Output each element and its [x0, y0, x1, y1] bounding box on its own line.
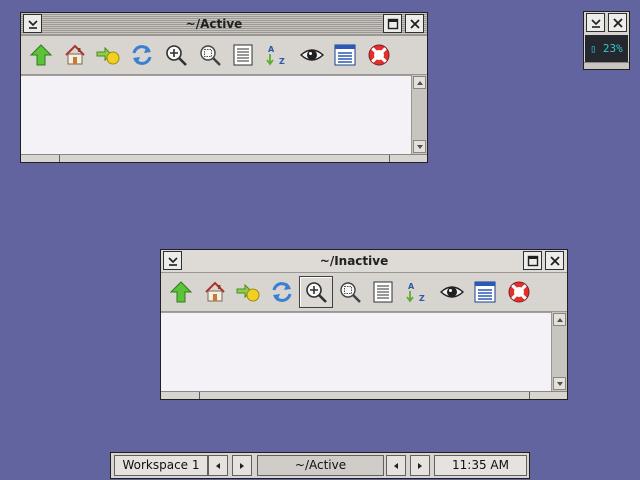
window-title: ~/Active: [185, 17, 243, 31]
zoom-in-icon: [164, 43, 188, 67]
vertical-scrollbar[interactable]: [411, 75, 427, 154]
battery-percent: 23%: [602, 42, 623, 55]
vertical-scrollbar[interactable]: [551, 312, 567, 391]
maximize-button[interactable]: [383, 14, 402, 33]
help-button[interactable]: [503, 276, 535, 308]
zoom-out-button[interactable]: [334, 276, 366, 308]
arrow-left-icon: [214, 462, 222, 470]
inactive-window[interactable]: ~/Inactive: [160, 249, 568, 400]
go-to-icon: [96, 43, 120, 67]
scroll-down-icon: [416, 143, 424, 151]
resize-grip-right: [529, 392, 530, 399]
go-to-button[interactable]: [92, 39, 124, 71]
details-view-button[interactable]: [227, 39, 259, 71]
battery-meter: ▯ 23%: [585, 35, 628, 63]
home-button[interactable]: [59, 39, 91, 71]
arrow-right-icon: [238, 462, 246, 470]
home-icon: [63, 43, 87, 67]
file-view[interactable]: [161, 312, 551, 391]
active-window[interactable]: ~/Active: [20, 12, 428, 163]
go-to-icon: [236, 280, 260, 304]
scroll-down-button[interactable]: [553, 377, 566, 390]
reload-icon: [270, 280, 294, 304]
scroll-down-icon: [556, 380, 564, 388]
scroll-up-button[interactable]: [553, 313, 566, 326]
zoom-in-button[interactable]: [299, 276, 333, 308]
up-button[interactable]: [25, 39, 57, 71]
resize-grip-right: [389, 155, 390, 162]
scroll-up-icon: [556, 316, 564, 324]
maximize-button[interactable]: [523, 251, 542, 270]
close-icon: [549, 255, 561, 267]
workspace-name[interactable]: Workspace 1: [114, 455, 208, 476]
close-icon: [612, 17, 624, 29]
inactive-window-titlebar[interactable]: ~/Inactive: [161, 250, 567, 273]
reload-icon: [130, 43, 154, 67]
show-hidden-button[interactable]: [296, 39, 328, 71]
details-view-icon: [231, 43, 255, 67]
zoom-in-button[interactable]: [160, 39, 192, 71]
sort-button[interactable]: [261, 39, 293, 71]
list-view-icon: [333, 43, 357, 67]
resize-handle-bar[interactable]: [161, 391, 567, 399]
scroll-up-icon: [416, 79, 424, 87]
resize-handle-bar[interactable]: [584, 62, 629, 69]
help-icon: [367, 43, 391, 67]
active-window-titlebar[interactable]: ~/Active: [21, 13, 427, 36]
toolbar: [161, 273, 567, 312]
go-to-button[interactable]: [232, 276, 264, 308]
eye-icon: [300, 43, 324, 67]
chevron-down-icon: [590, 17, 602, 29]
home-icon: [203, 280, 227, 304]
close-button[interactable]: [545, 251, 564, 270]
details-view-button[interactable]: [367, 276, 399, 308]
close-button[interactable]: [608, 13, 627, 32]
file-view[interactable]: [21, 75, 411, 154]
close-button[interactable]: [405, 14, 424, 33]
list-view-icon: [473, 280, 497, 304]
resize-handle-bar[interactable]: [21, 154, 427, 162]
prev-workspace-button[interactable]: [208, 455, 228, 476]
zoom-out-icon: [338, 280, 362, 304]
eye-icon: [440, 280, 464, 304]
list-view-button[interactable]: [469, 276, 501, 308]
help-icon: [507, 280, 531, 304]
battery-icon: ▯: [590, 44, 597, 55]
window-title: ~/Inactive: [319, 254, 389, 268]
sort-icon: [265, 43, 289, 67]
arrow-left-icon: [392, 462, 400, 470]
toolbar: [21, 36, 427, 75]
scroll-up-button[interactable]: [413, 76, 426, 89]
maximize-icon: [387, 18, 399, 30]
window-menu-button[interactable]: [586, 13, 605, 32]
zoom-out-button[interactable]: [194, 39, 226, 71]
maximize-icon: [527, 255, 539, 267]
reload-button[interactable]: [266, 276, 298, 308]
zoom-in-icon: [304, 280, 328, 304]
show-hidden-button[interactable]: [436, 276, 468, 308]
list-view-button[interactable]: [329, 39, 361, 71]
help-button[interactable]: [363, 39, 395, 71]
task-button[interactable]: ~/Active: [257, 455, 384, 476]
reload-button[interactable]: [126, 39, 158, 71]
sort-icon: [405, 280, 429, 304]
next-workspace-button[interactable]: [232, 455, 252, 476]
details-view-icon: [371, 280, 395, 304]
taskbar: Workspace 1 ~/Active 11:35 AM: [110, 452, 530, 479]
close-icon: [409, 18, 421, 30]
up-button[interactable]: [165, 276, 197, 308]
scroll-down-button[interactable]: [413, 140, 426, 153]
zoom-out-icon: [198, 43, 222, 67]
resize-grip-left: [59, 155, 60, 162]
next-task-button[interactable]: [410, 455, 430, 476]
arrow-right-icon: [416, 462, 424, 470]
up-arrow-icon: [169, 280, 193, 304]
up-arrow-icon: [29, 43, 53, 67]
prev-task-button[interactable]: [386, 455, 406, 476]
resize-grip-left: [199, 392, 200, 399]
battery-monitor-window[interactable]: ▯ 23%: [583, 11, 630, 70]
sort-button[interactable]: [401, 276, 433, 308]
home-button[interactable]: [199, 276, 231, 308]
clock: 11:35 AM: [434, 455, 527, 476]
